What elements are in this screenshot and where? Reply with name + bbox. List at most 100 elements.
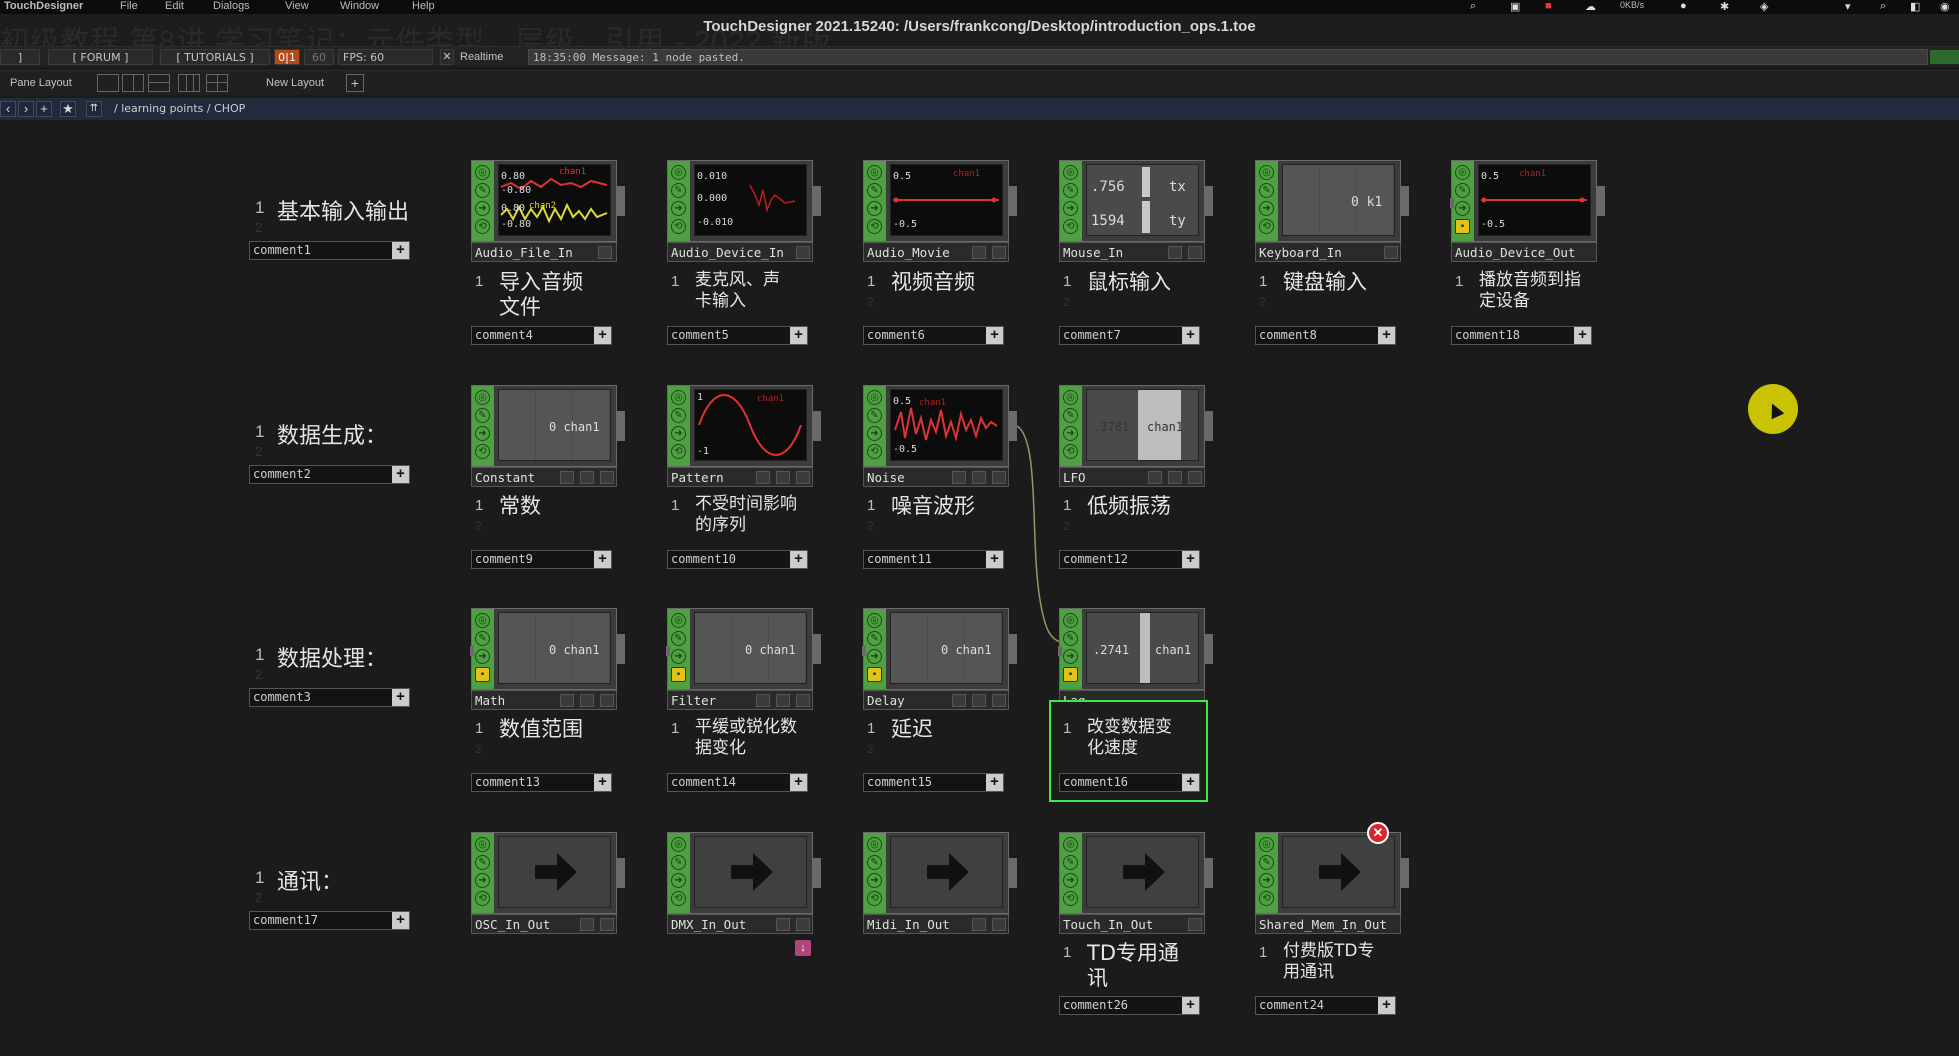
wifi-icon[interactable]: ◈ (1760, 0, 1768, 13)
viewer-icon[interactable]: ◎ (475, 837, 490, 852)
record-icon[interactable]: ■ (1545, 0, 1552, 12)
node-flag[interactable] (972, 918, 986, 931)
viewer-icon[interactable]: ◎ (671, 613, 686, 628)
display-icon[interactable]: ➜ (671, 873, 686, 888)
filter-node[interactable]: ◎ ✎ ➜ ▪ 0 chan1 Filter (666, 608, 821, 710)
lock-icon[interactable]: ▪ (867, 667, 882, 682)
comment-field-c15[interactable]: comment15 + (863, 773, 1004, 792)
render-icon[interactable]: ⟲ (475, 891, 490, 906)
forum-button[interactable]: [ FORUM ] (48, 49, 153, 65)
output-connector[interactable] (1401, 858, 1409, 888)
expand-button[interactable]: + (1182, 997, 1199, 1014)
display-icon[interactable]: ➜ (671, 649, 686, 664)
node-name-bar[interactable]: OSC_In_Out (471, 914, 617, 934)
node-flag[interactable] (580, 694, 594, 707)
input-connector[interactable] (862, 646, 866, 656)
viewer-icon[interactable]: ◎ (1063, 613, 1078, 628)
new-layout-label[interactable]: New Layout (266, 77, 324, 89)
math-node[interactable]: ◎ ✎ ➜ ▪ 0 chan1 Math (470, 608, 625, 710)
node-flag[interactable] (992, 694, 1006, 707)
render-icon[interactable]: ⟲ (1063, 891, 1078, 906)
comment-field-c13[interactable]: comment13 + (471, 773, 612, 792)
node-flag[interactable] (756, 694, 770, 707)
menu-dialogs[interactable]: Dialogs (213, 0, 250, 12)
node-flag[interactable] (952, 694, 966, 707)
node-flag[interactable] (776, 918, 790, 931)
output-connector[interactable] (813, 634, 821, 664)
tutorials-button[interactable]: [ TUTORIALS ] (160, 49, 270, 65)
display-icon[interactable]: ➜ (867, 873, 882, 888)
expand-button[interactable]: + (790, 774, 807, 791)
dmx-in-out-node[interactable]: ◎ ✎ ➜ ⟲ DMX_In_Out ↓ (667, 832, 821, 956)
node-flag[interactable] (580, 918, 594, 931)
up-level-icon[interactable]: ⇈ (86, 101, 102, 117)
output-connector[interactable] (1205, 634, 1213, 664)
node-name-bar[interactable]: DMX_In_Out (667, 914, 813, 934)
output-connector[interactable] (1009, 634, 1017, 664)
display-icon[interactable]: ➜ (1063, 649, 1078, 664)
render-icon[interactable]: ⟲ (867, 891, 882, 906)
viewer-icon[interactable]: ◎ (1259, 837, 1274, 852)
viewer-icon[interactable]: ◎ (867, 613, 882, 628)
menu-edit[interactable]: Edit (165, 0, 184, 12)
display-icon[interactable]: ➜ (867, 649, 882, 664)
node-flag[interactable] (796, 694, 810, 707)
lag-node[interactable]: ◎✎➜▪ .2741 chan1 Lag (1058, 608, 1213, 710)
download-icon[interactable]: ↓ (795, 940, 811, 956)
lock-icon[interactable]: ▪ (671, 667, 686, 682)
node-flag[interactable] (796, 918, 810, 931)
midi-in-out-node[interactable]: ◎ ✎ ➜ ⟲ Midi_In_Out (863, 832, 1017, 934)
menu-file[interactable]: File (120, 0, 138, 12)
expand-button[interactable]: + (986, 774, 1003, 791)
bypass-icon[interactable]: ✎ (671, 855, 686, 870)
output-connector[interactable] (813, 858, 821, 888)
input-connector[interactable] (470, 646, 474, 656)
star-icon[interactable]: ★ (60, 101, 76, 117)
output-connector[interactable] (617, 634, 625, 664)
layout-triple-icon[interactable] (178, 74, 200, 92)
node-flag[interactable] (1188, 918, 1202, 931)
bypass-icon[interactable]: ✎ (1259, 855, 1274, 870)
siri-icon[interactable]: ◉ (1940, 0, 1950, 13)
node-name-bar[interactable]: Midi_In_Out (863, 914, 1009, 934)
render-icon[interactable]: ⟲ (1259, 891, 1274, 906)
display-icon[interactable]: ➜ (1259, 873, 1274, 888)
render-icon[interactable]: ⟲ (671, 891, 686, 906)
comment-field-c14[interactable]: comment14 + (667, 773, 808, 792)
bypass-icon[interactable]: ✎ (671, 631, 686, 646)
node-name-bar[interactable]: Filter (667, 690, 813, 710)
input-connector[interactable] (666, 646, 670, 656)
delay-node[interactable]: ◎ ✎ ➜ ▪ 0 chan1 Delay (862, 608, 1017, 710)
input-connector[interactable] (1058, 646, 1062, 656)
bypass-icon[interactable]: ✎ (475, 631, 490, 646)
menu-window[interactable]: Window (340, 0, 379, 12)
cloud-icon[interactable]: ☁ (1585, 0, 1596, 13)
expand-button[interactable]: + (594, 774, 611, 791)
fps-target[interactable]: 60 (304, 49, 334, 65)
node-name-bar[interactable]: Shared_Mem_In_Out (1255, 914, 1401, 934)
share-icon[interactable]: ▣ (1510, 0, 1520, 13)
display-icon[interactable]: ➜ (475, 649, 490, 664)
lock-icon[interactable]: ▪ (1063, 667, 1078, 682)
error-icon[interactable]: ✕ (1367, 822, 1389, 844)
display-icon[interactable]: ➜ (1063, 873, 1078, 888)
menu-app[interactable]: TouchDesigner (4, 0, 83, 12)
wifi-signal-icon[interactable]: ▾ (1845, 0, 1851, 13)
bypass-icon[interactable]: ✎ (867, 631, 882, 646)
node-name-bar[interactable]: Delay (863, 690, 1009, 710)
expand-button[interactable]: + (1378, 997, 1395, 1014)
control-center-icon[interactable]: ◧ (1910, 0, 1920, 13)
bypass-icon[interactable]: ✎ (475, 855, 490, 870)
status-icon[interactable]: ● (1680, 0, 1687, 12)
new-layout-plus-button[interactable]: + (346, 74, 364, 92)
viewer-icon[interactable]: ◎ (475, 613, 490, 628)
layout-split-h-icon[interactable] (148, 74, 170, 92)
node-name-bar[interactable]: Math (471, 690, 617, 710)
viewer-icon[interactable]: ◎ (867, 837, 882, 852)
display-icon[interactable]: ➜ (475, 873, 490, 888)
comment-field-c24[interactable]: comment24 + (1255, 996, 1396, 1015)
comment-field-c26[interactable]: comment26 + (1059, 996, 1200, 1015)
output-connector[interactable] (1205, 858, 1213, 888)
network-editor[interactable]: 1 2 基本输入输出 comment1 + 1 2 数据生成： comment2 +… (0, 120, 1959, 1056)
menu-view[interactable]: View (285, 0, 309, 12)
